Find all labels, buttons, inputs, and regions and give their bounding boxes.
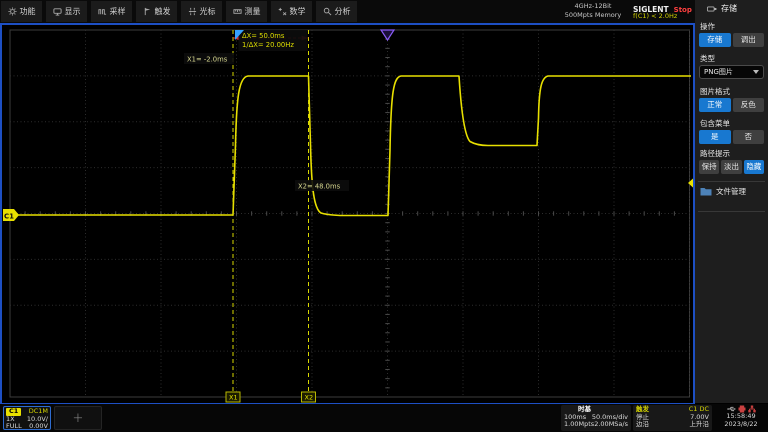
bottom-status-bar: C1 DC1M 1X 10.0V/ FULL 0.00V + 时基 100ms … <box>0 404 768 432</box>
flag-icon <box>144 7 150 16</box>
recall-button[interactable]: 调出 <box>732 33 764 47</box>
gear-icon <box>7 7 17 16</box>
x2-value: X2= 48.0ms <box>298 183 341 191</box>
include-menu-yes-button[interactable]: 是 <box>699 130 731 144</box>
include-menu-buttons: 是 否 <box>699 130 764 144</box>
path-hint-buttons: 保持 淡出 隐藏 <box>699 160 764 174</box>
storage-menu-header: 存储 <box>695 0 768 17</box>
menu-measure[interactable]: 测量 <box>226 1 267 22</box>
measure-icon <box>232 9 242 14</box>
storage-menu-title: 存储 <box>721 4 737 13</box>
menu-acquire[interactable]: 采样 <box>91 1 132 22</box>
channel1-offset: 0.00V <box>29 422 48 430</box>
trigger-type: 边沿 <box>636 420 649 428</box>
add-channel-box[interactable]: + <box>54 406 102 430</box>
memory-text: 500Mpts Memory <box>564 11 622 19</box>
cursor-x2-tag-text: X2 <box>305 394 314 402</box>
image-format-buttons: 正常 反色 <box>699 98 764 112</box>
channel1-level-tag-text: C1 <box>4 213 14 221</box>
timebase-descriptor[interactable]: 时基 100ms 50.0ms/div 1.00Mpts 2.00MSa/s <box>561 405 631 431</box>
path-hint-fade-button[interactable]: 淡出 <box>721 160 742 174</box>
cursor-x1-tag[interactable]: X1 <box>225 391 241 403</box>
oscilloscope-screen: 功能 显示 采样 触发 光标 测量 数学 分析 4GHz-12Bit 500Mp… <box>0 0 768 432</box>
inverse-delta-x-value: 1/ΔX= 20.00Hz <box>242 41 294 49</box>
timebase-samplerate: 2.00MSa/s <box>594 420 628 428</box>
frequency-counter: f(C1) < 2.0Hz <box>633 12 678 20</box>
menu-analysis[interactable]: 分析 <box>316 1 357 22</box>
waveform-display-area: ΔX= 50.0ms 1/ΔX= 20.00Hz X1= -2.0ms X2= … <box>0 23 695 405</box>
include-menu-no-button[interactable]: 否 <box>732 130 764 144</box>
file-type-value: PNG图片 <box>704 68 733 76</box>
sampling-icon <box>97 9 106 15</box>
menu-display-label: 显示 <box>64 7 81 16</box>
trigger-level-arrow[interactable] <box>688 178 693 188</box>
menu-display[interactable]: 显示 <box>46 1 87 22</box>
type-label: 类型 <box>700 54 715 63</box>
menu-measure-label: 测量 <box>244 7 261 16</box>
menu-math[interactable]: 数学 <box>271 1 312 22</box>
x1-value: X1= -2.0ms <box>187 56 228 64</box>
scope-spec: 4GHz-12Bit 500Mpts Memory <box>556 2 630 20</box>
file-manager-button[interactable]: 文件管理 <box>700 186 746 197</box>
grid-lines <box>10 30 690 397</box>
folder-icon <box>700 188 712 196</box>
waveform-trace-c1 <box>18 75 691 217</box>
channel1-descriptor[interactable]: C1 DC1M 1X 10.0V/ FULL 0.00V <box>3 406 51 430</box>
path-hint-keep-button[interactable]: 保持 <box>699 160 720 174</box>
operation-buttons: 存储 调出 <box>699 33 764 47</box>
format-invert-button[interactable]: 反色 <box>732 98 764 112</box>
menu-cursors-label: 光标 <box>199 7 216 16</box>
file-type-dropdown[interactable]: PNG图片 <box>699 65 764 79</box>
display-icon <box>52 8 62 16</box>
trigger-descriptor[interactable]: 触发 C1 DC 停止 7.00V 边沿 上升沿 <box>633 405 712 431</box>
clock-date: 2023/8/22 <box>724 419 758 428</box>
cursor-x1-tag-text: X1 <box>229 394 238 402</box>
path-hint-label: 路径提示 <box>700 149 730 158</box>
axis-ticks <box>9 29 675 389</box>
image-format-label: 图片格式 <box>700 87 730 96</box>
bandwidth-text: 4GHz-12Bit <box>574 2 612 10</box>
menu-math-label: 数学 <box>289 7 306 16</box>
timebase-points: 1.00Mpts <box>564 420 595 428</box>
storage-icon <box>707 6 717 11</box>
trigger-position-marker[interactable] <box>379 29 396 42</box>
save-button[interactable]: 存储 <box>699 33 731 47</box>
sidebar-divider-2 <box>698 211 765 212</box>
menu-trigger-label: 触发 <box>154 7 171 16</box>
operation-label: 操作 <box>700 22 715 31</box>
trigger-slope: 上升沿 <box>689 420 710 428</box>
delta-x-value: ΔX= 50.0ms <box>242 32 285 40</box>
top-menu-bar: 功能 显示 采样 触发 光标 测量 数学 分析 4GHz-12Bit 500Mp… <box>0 0 768 23</box>
math-icon <box>278 7 286 16</box>
sidebar-divider <box>698 181 765 182</box>
menu-cursors[interactable]: 光标 <box>181 1 222 22</box>
menu-acquire-label: 采样 <box>109 7 126 16</box>
storage-menu-panel: 存储 操作 存储 调出 类型 PNG图片 图片格式 正常 反色 包含菜单 是 否… <box>695 0 768 403</box>
menu-trigger[interactable]: 触发 <box>136 1 177 22</box>
cursor-x2-tag[interactable]: X2 <box>301 391 316 403</box>
channel1-bandwidth: FULL <box>6 422 22 430</box>
plus-icon: + <box>72 410 84 426</box>
menu-analysis-label: 分析 <box>334 7 351 16</box>
path-hint-hide-button[interactable]: 隐藏 <box>743 160 764 174</box>
clock-area: 15:58:49 2023/8/22 <box>716 405 766 431</box>
analysis-icon <box>323 7 331 16</box>
menu-utility-label: 功能 <box>19 7 36 16</box>
channel1-level-tag[interactable]: C1 <box>3 209 19 221</box>
chevron-down-icon <box>753 70 759 74</box>
menu-utility[interactable]: 功能 <box>1 1 42 22</box>
format-normal-button[interactable]: 正常 <box>699 98 731 112</box>
include-menu-label: 包含菜单 <box>700 119 730 128</box>
cursors-icon <box>188 7 196 16</box>
file-manager-label: 文件管理 <box>716 187 746 196</box>
